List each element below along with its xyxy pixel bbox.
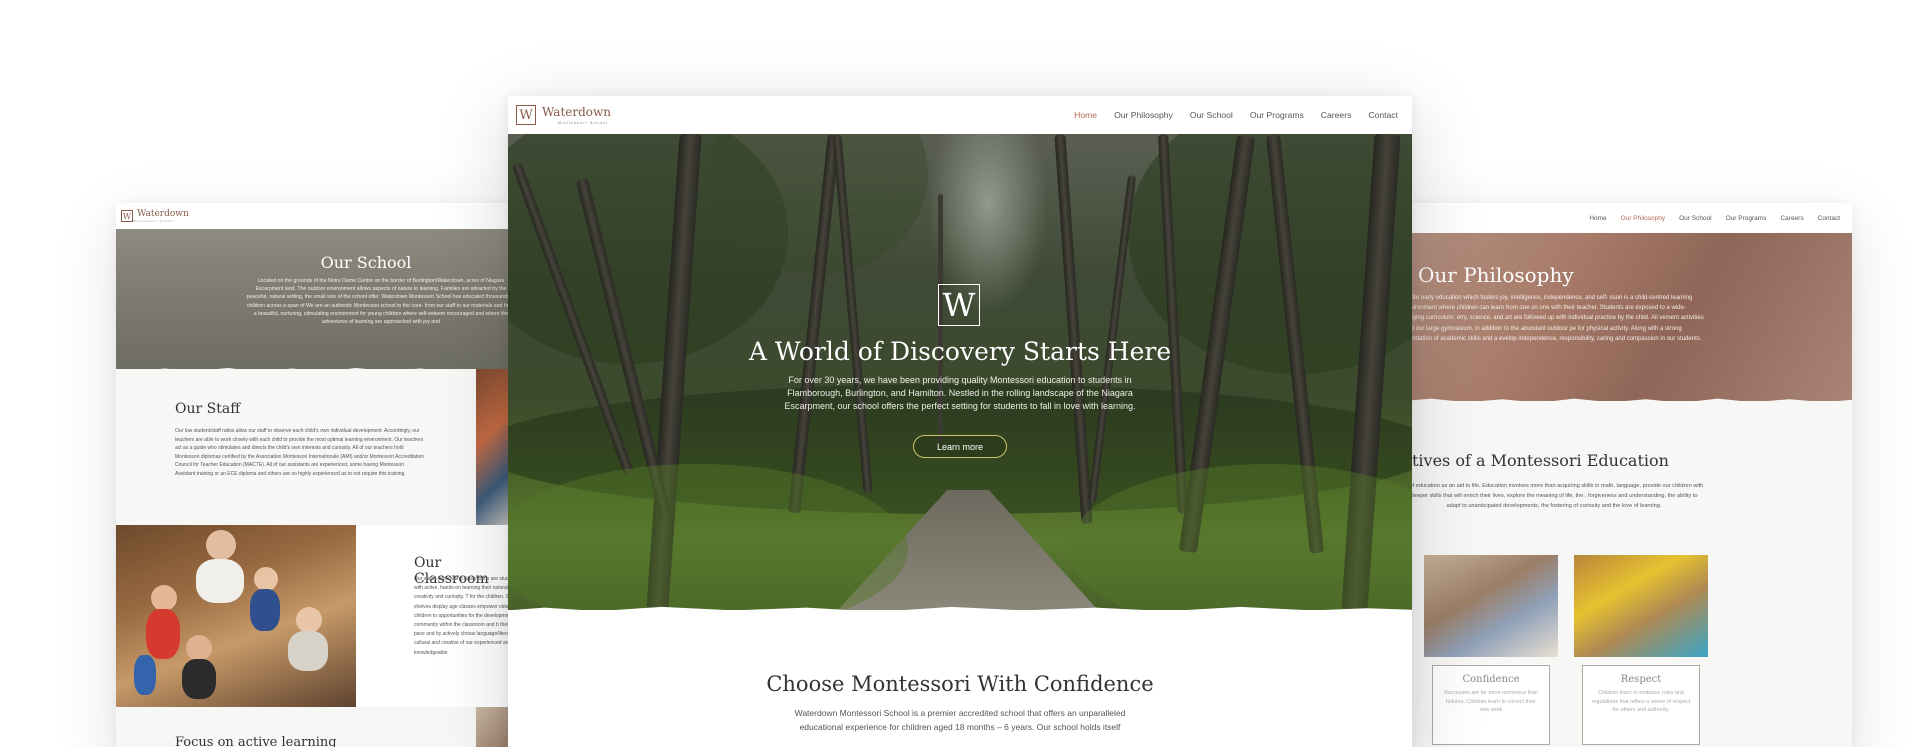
right-body-section: tives of a Montessori Education n of edu… [1404,401,1852,747]
right-nav-contact[interactable]: Contact [1818,215,1840,222]
center-logo-name: Waterdown [542,104,612,119]
focus-section: Focus on active learning [116,707,476,747]
left-logo-sub: Montessori School [133,218,175,223]
section-title: Choose Montessori With Confidence [766,672,1154,696]
confidence-box: Confidence Successes are far more numero… [1432,665,1550,745]
right-hero-body: od for early education which fosters joy… [1404,295,1704,342]
confidence-card: Confidence Successes are far more numero… [1424,555,1558,745]
right-nav-careers[interactable]: Careers [1780,215,1803,222]
right-navbar: Home Our Philosophy Our School Our Progr… [1404,203,1852,233]
classroom-body: Our warm and inviting classrooms are stu… [414,576,516,656]
right-nav-our-philosophy[interactable]: Our Philosophy [1621,215,1665,222]
hero-body: For over 30 years, we have been providin… [784,375,1136,411]
our-school-page-preview: W Waterdown Montessori School H Our Scho… [116,203,516,747]
right-hero: Our Philosophy od for early education wh… [1404,233,1852,401]
center-logo-mark: W [516,105,536,125]
home-page-preview: W Waterdown Montessori School Home Our P… [508,96,1412,747]
nav-our-school[interactable]: Our School [1190,110,1233,120]
left-logo-name: Waterdown [137,208,189,219]
nav-contact[interactable]: Contact [1368,110,1398,120]
respect-desc: Children learn to embrace rules and regu… [1591,690,1691,714]
objectives-body: n of education as an aid to life. Educat… [1404,483,1704,509]
focus-title: Focus on active learning [175,735,337,747]
right-nav-home[interactable]: Home [1589,215,1606,222]
center-navbar: W Waterdown Montessori School Home Our P… [508,96,1412,134]
confidence-title: Confidence [1462,674,1520,685]
confidence-section: Choose Montessori With Confidence Waterd… [508,610,1412,747]
left-logo[interactable]: W Waterdown Montessori School [121,208,189,223]
staff-body: Our low student/staff ratios allow our s… [175,428,425,477]
center-menu: Home Our Philosophy Our School Our Progr… [1057,110,1398,120]
classroom-photo [116,525,356,707]
home-hero: W A World of Discovery Starts Here For o… [508,134,1412,610]
right-hero-title: Our Philosophy [1418,263,1574,287]
objectives-title: tives of a Montessori Education [1412,451,1669,470]
right-menu: Home Our Philosophy Our School Our Progr… [1575,215,1840,222]
left-logo-mark: W [121,210,133,222]
respect-photo [1574,555,1708,657]
section-body: Waterdown Montessori School is a premier… [794,708,1126,732]
staff-section: Our Staff Our low student/staff ratios a… [116,369,476,525]
left-hero: Our School Located on the grounds of the… [116,229,516,369]
right-nav-our-school[interactable]: Our School [1679,215,1712,222]
hero-title: A World of Discovery Starts Here [748,337,1172,366]
nav-home[interactable]: Home [1074,110,1097,120]
right-nav-our-programs[interactable]: Our Programs [1726,215,1767,222]
nav-careers[interactable]: Careers [1321,110,1352,120]
left-navbar: W Waterdown Montessori School H [116,203,516,229]
respect-card: Respect Children learn to embrace rules … [1574,555,1708,745]
learn-more-button[interactable]: Learn more [913,435,1007,458]
left-hero-title: Our School [320,253,412,272]
staff-title: Our Staff [175,401,241,417]
respect-box: Respect Children learn to embrace rules … [1582,665,1700,745]
hero-logo-mark: W [938,284,980,326]
respect-title: Respect [1620,674,1662,685]
confidence-photo [1424,555,1558,657]
center-logo[interactable]: W Waterdown Montessori School [516,105,611,125]
confidence-desc: Successes are far more numerous than fai… [1443,690,1539,714]
nav-our-programs[interactable]: Our Programs [1250,110,1304,120]
our-philosophy-page-preview: Home Our Philosophy Our School Our Progr… [1404,203,1852,747]
nav-our-philosophy[interactable]: Our Philosophy [1114,110,1173,120]
left-hero-body: Located on the grounds of the Notre Dame… [246,278,516,326]
center-logo-sub: Montessori School [558,119,608,125]
